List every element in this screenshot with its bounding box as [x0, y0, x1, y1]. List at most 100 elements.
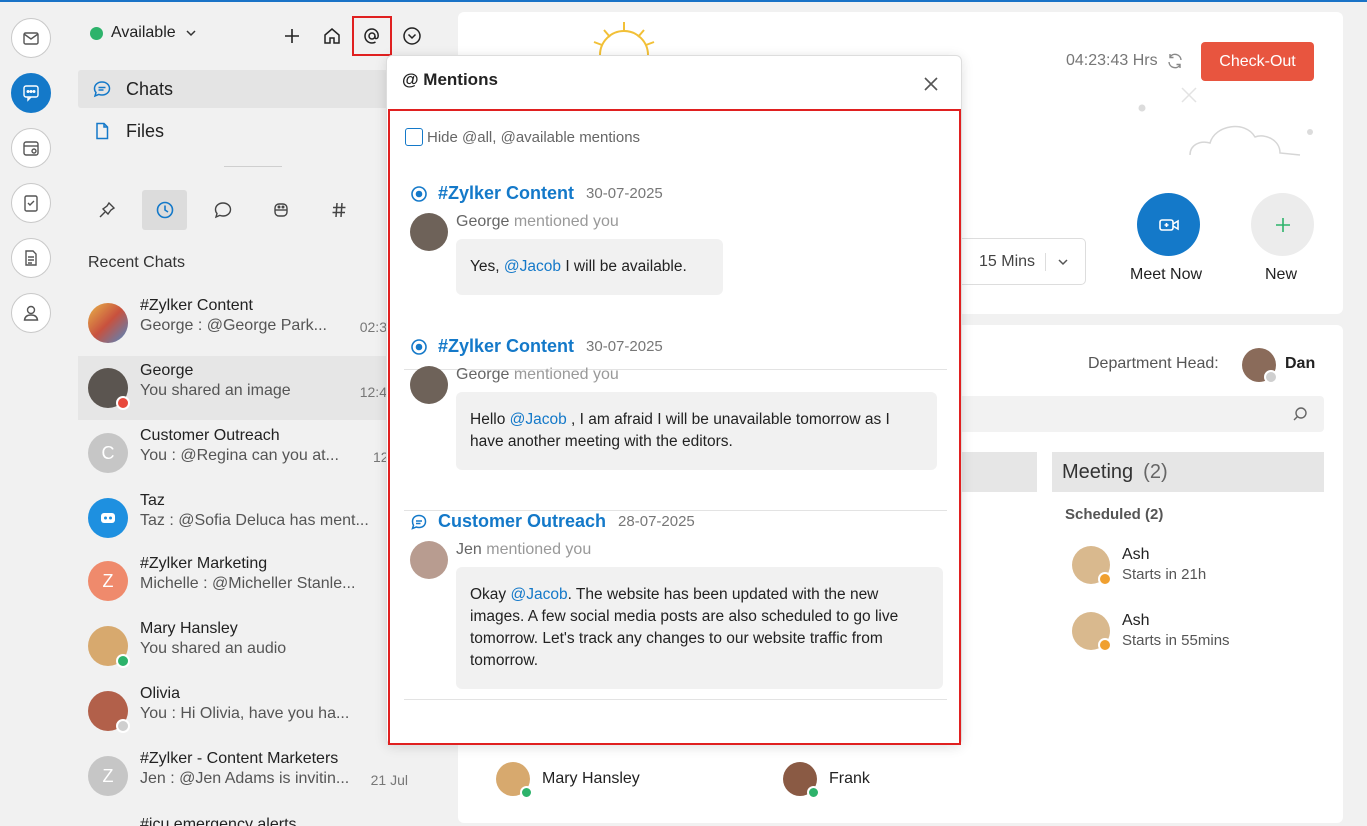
- more-button[interactable]: [392, 16, 432, 56]
- chat-name: #Zylker - Content Marketers: [140, 750, 339, 767]
- hide-mentions-toggle[interactable]: Hide @all, @available mentions: [405, 128, 640, 146]
- mention-channel[interactable]: Customer Outreach: [438, 511, 606, 532]
- notes-icon[interactable]: [11, 238, 51, 278]
- nav-chats[interactable]: Chats: [78, 70, 408, 108]
- mention-author-name: George: [456, 366, 510, 383]
- avatar: Z: [88, 756, 128, 796]
- home-button[interactable]: [312, 16, 352, 56]
- chat-preview: Jen : @Jen Adams is invitin...: [140, 770, 350, 787]
- nav-files[interactable]: Files: [78, 112, 408, 150]
- hide-mentions-checkbox[interactable]: [405, 128, 423, 146]
- chat-bubble-icon: [93, 81, 111, 98]
- avatar: [88, 626, 130, 668]
- check-out-button[interactable]: Check-Out: [1201, 42, 1314, 81]
- mention-tag[interactable]: @Jacob: [510, 411, 567, 428]
- meeting-item[interactable]: Ash Starts in 21h: [1072, 546, 1312, 586]
- message-text: Yes,: [470, 258, 504, 275]
- avatar: [410, 213, 448, 251]
- mention-date: 28-07-2025: [618, 513, 695, 530]
- meeting-item-title: Ash: [1122, 546, 1150, 563]
- chat-list-item[interactable]: #icu emergency alerts: [78, 808, 418, 826]
- refresh-icon[interactable]: [1166, 52, 1184, 70]
- mention-tag[interactable]: @Jacob: [504, 258, 561, 275]
- avatar: C: [88, 433, 128, 473]
- mins-value: 15 Mins: [979, 252, 1036, 270]
- recent-chats-heading: Recent Chats: [88, 254, 185, 271]
- tab-pinned[interactable]: [84, 190, 129, 230]
- tab-bots[interactable]: [258, 190, 303, 230]
- mention-channel[interactable]: #Zylker Content: [438, 183, 574, 204]
- chat-name: George: [140, 362, 194, 379]
- chat-list-item[interactable]: Olivia You : Hi Olivia, have you ha... 2…: [78, 679, 418, 743]
- mentions-button[interactable]: [352, 16, 392, 56]
- chat-preview: You shared an image: [140, 382, 291, 399]
- team-member[interactable]: Frank: [783, 762, 870, 799]
- mention-header: #Zylker Content 30-07-2025: [410, 336, 663, 357]
- at-sign-icon: [364, 28, 379, 44]
- chat-list-item[interactable]: Mary Hansley You shared an audio 28: [78, 614, 418, 678]
- chat-list-item[interactable]: Taz Taz : @Sofia Deluca has ment... 1: [78, 486, 418, 550]
- search-input[interactable]: [940, 396, 1324, 432]
- mention-author-name: Jen: [456, 541, 482, 558]
- tab-channels[interactable]: [316, 190, 361, 230]
- mention-author-action: mentioned you: [486, 541, 592, 558]
- chat-list-item[interactable]: C Customer Outreach You : @Regina can yo…: [78, 421, 418, 485]
- chat-preview: George : @George Park...: [140, 317, 327, 334]
- chat-icon[interactable]: [11, 73, 51, 113]
- team-member[interactable]: Mary Hansley: [496, 762, 640, 799]
- bot-avatar-icon: [88, 498, 128, 538]
- chat-list-item[interactable]: Z #Zylker Marketing Michelle : @Michelle…: [78, 549, 418, 613]
- video-camera-icon: [1158, 218, 1179, 231]
- new-label: New: [1265, 266, 1298, 283]
- mention-tag[interactable]: @Jacob: [510, 586, 567, 603]
- mentions-list: Hide @all, @available mentions #Zylker C…: [388, 109, 961, 745]
- chat-name: #Zylker Content: [140, 297, 253, 314]
- online-status-icon: [116, 654, 130, 668]
- avatar: [783, 762, 820, 799]
- calendar-icon[interactable]: [11, 128, 51, 168]
- member-name: Mary Hansley: [542, 770, 640, 787]
- mail-icon[interactable]: [11, 18, 51, 58]
- mentions-title: @ Mentions: [402, 70, 498, 89]
- chevron-circle-icon: [403, 27, 421, 45]
- chat-list-item[interactable]: #Zylker Content George : @George Park...…: [78, 291, 418, 355]
- tab-conversations[interactable]: [200, 190, 245, 230]
- avatar: [496, 762, 533, 799]
- add-button[interactable]: [272, 16, 312, 56]
- online-status-icon: [520, 786, 533, 799]
- away-status-icon: [1098, 638, 1112, 652]
- plus-icon: [285, 29, 299, 43]
- online-status-icon: [807, 786, 820, 799]
- hash-icon: [332, 202, 345, 218]
- clock-icon: [156, 201, 173, 219]
- mention-author-name: George: [456, 213, 510, 230]
- cloud-illustration-icon: [1138, 87, 1313, 156]
- chat-name: Mary Hansley: [140, 620, 238, 637]
- avatar: Z: [88, 561, 128, 601]
- channel-icon: [411, 338, 427, 355]
- tab-recent[interactable]: [142, 190, 187, 230]
- new-meeting-button[interactable]: [1251, 193, 1314, 256]
- chat-list-item[interactable]: George You shared an image 12:40 P: [78, 356, 418, 420]
- close-icon[interactable]: [922, 75, 940, 93]
- sun-illustration-icon: [593, 22, 655, 56]
- message-text: I will be available.: [561, 258, 687, 275]
- offline-status-icon: [116, 719, 130, 733]
- chat-list-item[interactable]: Z #Zylker - Content Marketers Jen : @Jen…: [78, 744, 418, 808]
- search-icon: [1293, 407, 1307, 421]
- status-selector[interactable]: Available: [90, 24, 198, 42]
- pin-icon: [99, 201, 115, 218]
- nav-chats-label: Chats: [126, 78, 174, 99]
- mention-header: Customer Outreach 28-07-2025: [410, 511, 695, 532]
- mention-channel[interactable]: #Zylker Content: [438, 336, 574, 357]
- chat-name: Taz: [140, 492, 165, 509]
- meeting-item[interactable]: Ash Starts in 55mins: [1072, 612, 1312, 652]
- mention-author: George mentioned you: [456, 366, 619, 384]
- divider: [224, 166, 282, 167]
- tasks-icon[interactable]: [11, 183, 51, 223]
- meet-now-button[interactable]: [1137, 193, 1200, 256]
- chevron-down-icon: [1058, 258, 1068, 265]
- mention-date: 30-07-2025: [586, 338, 663, 355]
- sidebar-toolbar: [272, 16, 432, 56]
- contacts-icon[interactable]: [11, 293, 51, 333]
